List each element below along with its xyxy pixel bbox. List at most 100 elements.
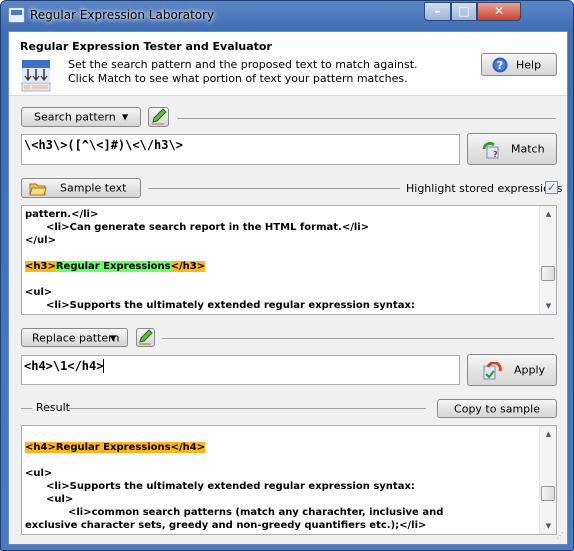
match-icon: ? [482,141,499,159]
copy-to-sample-button[interactable]: Copy to sample [437,399,557,418]
folder-open-icon [29,183,47,196]
help-button[interactable]: ? Help [481,53,557,76]
minimize-icon: – [434,4,441,18]
divider [69,408,426,409]
text-line: exclusive character sets, greedy and non… [25,519,536,532]
scroll-thumb[interactable] [541,486,555,501]
text-line: </ul> [25,234,536,247]
divider [162,338,554,339]
line-text: <ul> [25,287,53,298]
result-text-content: <h4>Regular Expressions</h4> <ul> <li>Supp… [25,428,536,532]
line-text: <li>Can generate search report in the HT… [46,222,370,233]
highlight-stored-checkbox[interactable]: ✓ [545,181,558,194]
replaced-highlight: <h4>Regular Expressions</h4> [25,442,206,453]
replace-pattern-label: Replace pattern [32,331,120,344]
text-line [25,247,536,260]
search-pattern-value: \<h3\>([^\<]#)\<\/h3\> [24,138,183,152]
maximize-button[interactable]: □ [451,2,477,21]
scroll-down-icon[interactable]: ▼ [540,298,556,314]
close-icon: ✕ [493,4,505,18]
scroll-thumb[interactable] [541,266,555,281]
apply-icon [483,362,502,380]
match-highlight: <h3> [25,261,56,272]
resize-grip[interactable]: ⋰ [556,532,566,543]
line-text: <ul> [25,468,53,479]
search-pattern-label: Search pattern [34,110,116,124]
scroll-down-icon[interactable]: ▼ [540,518,556,534]
app-icon [8,7,25,23]
help-label: Help [516,58,542,71]
checkmark-icon: ✓ [546,181,557,194]
header-description: Set the search pattern and the proposed … [68,58,418,86]
help-icon: ? [492,57,508,73]
app-window: Regular Expression Laboratory – □ ✕ Regu… [0,0,574,551]
sample-scrollbar[interactable]: ▲ ▼ [539,206,556,314]
description-line: Set the search pattern and the proposed … [68,58,418,71]
close-button[interactable]: ✕ [477,2,521,21]
replace-pattern-value: <h4>\1</h4> [24,359,104,373]
line-text: <li>Supports the ultimately extended reg… [46,481,415,492]
match-highlight: </h3> [170,261,206,272]
apply-label: Apply [514,363,546,377]
result-label: Result [36,401,70,414]
match-label: Match [511,142,545,156]
dialog-client: Regular Expression Tester and Evaluator … [8,31,568,545]
chevron-down-icon: ▼ [110,333,117,342]
text-line: <ul> [25,493,536,506]
pencil-icon [139,329,153,345]
search-pattern-input[interactable]: \<h3\>([^\<]#)\<\/h3\> [21,134,460,165]
line-text: <li>Supports the ultimately extended reg… [46,300,415,311]
regex-lab-icon [21,60,51,92]
highlight-stored-label: Highlight stored expressions [406,182,563,195]
text-caret [103,359,105,373]
line-text: pattern.</li> [25,209,99,220]
text-line: <li>Supports the ultimately extended reg… [25,480,536,493]
replace-pattern-input[interactable]: <h4>\1</h4> [21,355,460,385]
header-panel: Regular Expression Tester and Evaluator … [9,32,567,96]
sample-text-content: pattern.</li> <li>Can generate search rep… [25,208,536,312]
divider [148,188,400,189]
text-line: <li>Can generate search report in the HT… [25,221,536,234]
sample-text-area[interactable]: pattern.</li> <li>Can generate search rep… [21,205,557,315]
group-highlight: Regular Expressions [55,261,171,272]
text-line [25,273,536,286]
divider [21,408,32,409]
text-line [25,428,536,441]
replace-pattern-dropdown[interactable]: Replace pattern ▼ [21,328,128,347]
sample-text-button[interactable]: Sample text [21,178,141,198]
chevron-down-icon: ▼ [122,112,129,122]
text-line [25,454,536,467]
maximize-icon: □ [458,4,470,18]
scroll-up-icon[interactable]: ▲ [540,206,556,222]
text-line: <ul> [25,467,536,480]
text-line: <li>common search patterns (match any ch… [25,506,536,519]
search-pattern-dropdown[interactable]: Search pattern ▼ [21,107,141,127]
divider [177,118,556,119]
result-scrollbar[interactable]: ▲ ▼ [539,426,556,534]
svg-text:?: ? [493,150,498,159]
text-line: <h3>Regular Expressions</h3> [25,260,536,273]
line-text: exclusive character sets, greedy and non… [25,520,427,531]
apply-button[interactable]: Apply [467,354,557,386]
text-line: <li>Supports the ultimately extended reg… [25,299,536,312]
text-line: <ul> [25,286,536,299]
sample-text-label: Sample text [60,181,127,195]
line-text: <ul> [46,494,74,505]
result-text-area[interactable]: <h4>Regular Expressions</h4> <ul> <li>Supp… [21,425,557,535]
title-bar[interactable]: Regular Expression Laboratory – □ ✕ [1,1,573,31]
svg-text:?: ? [497,59,503,72]
line-text: </ul> [25,235,56,246]
text-line: pattern.</li> [25,208,536,221]
pencil-icon [152,108,167,125]
header-title: Regular Expression Tester and Evaluator [20,40,272,53]
match-button[interactable]: ? Match [467,133,557,165]
edit-replace-pattern-button[interactable] [136,328,155,347]
description-line: Click Match to see what portion of text … [68,72,408,85]
line-text: <li>common search patterns (match any ch… [68,507,444,518]
copy-to-sample-label: Copy to sample [454,402,540,415]
window-title: Regular Expression Laboratory [30,8,215,22]
edit-search-pattern-button[interactable] [148,107,169,127]
minimize-button[interactable]: – [424,2,451,21]
text-line: <h4>Regular Expressions</h4> [25,441,536,454]
scroll-up-icon[interactable]: ▲ [540,426,556,442]
